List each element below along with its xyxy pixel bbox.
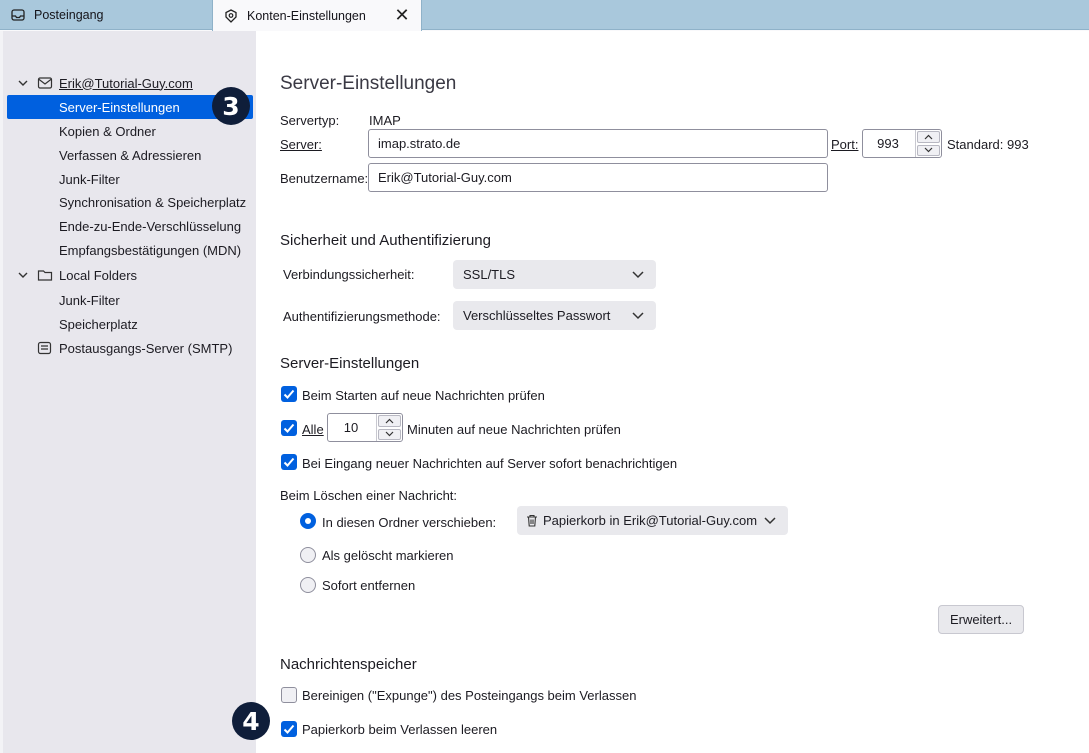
remove-now-radio[interactable]: [300, 577, 316, 593]
settings-panel: Server-Einstellungen Servertyp: IMAP Ser…: [232, 31, 1089, 753]
sidebar-item-label: Server-Einstellungen: [59, 99, 180, 115]
connection-security-value: SSL/TLS: [463, 267, 516, 282]
port-standard-label: Standard: 993: [947, 137, 1029, 152]
stepper-up-button[interactable]: [378, 415, 401, 427]
check-every-checkbox[interactable]: [281, 420, 297, 436]
sidebar-item-local-junk-filter[interactable]: Junk-Filter: [7, 288, 253, 312]
auth-method-label: Authentifizierungsmethode:: [283, 309, 441, 324]
stepper-down-button[interactable]: [917, 144, 940, 156]
stepper-up-button[interactable]: [917, 131, 940, 143]
storage-heading: Nachrichtenspeicher: [280, 656, 417, 673]
tab-account-settings[interactable]: Konten-Einstellungen ✕: [212, 0, 422, 31]
auth-method-select[interactable]: Verschlüsseltes Passwort: [453, 301, 656, 330]
sidebar-item-label: Kopien & Ordner: [59, 123, 156, 139]
security-heading: Sicherheit und Authentifizierung: [280, 232, 491, 249]
username-input[interactable]: Erik@Tutorial-Guy.com: [368, 163, 828, 192]
chevron-down-icon: [385, 431, 394, 437]
check-startup-checkbox[interactable]: [281, 386, 297, 402]
empty-trash-checkbox[interactable]: [281, 721, 297, 737]
sidebar-item-receipts[interactable]: Empfangsbestätigungen (MDN): [7, 238, 253, 262]
stepper-down-button[interactable]: [378, 428, 401, 440]
server-label: Server:: [280, 137, 322, 152]
sidebar-item-sync-storage[interactable]: Synchronisation & Speicherplatz: [7, 190, 253, 214]
step-badge-4: 4: [232, 702, 270, 740]
notify-label: Bei Eingang neuer Nachrichten auf Server…: [302, 456, 678, 471]
sidebar-item-junk-filter[interactable]: Junk-Filter: [7, 167, 253, 191]
folder-icon: [37, 270, 53, 281]
page-title: Server-Einstellungen: [280, 73, 457, 94]
empty-trash-label: Papierkorb beim Verlassen leeren: [302, 722, 498, 737]
sidebar-item-label: Speicherplatz: [59, 316, 138, 332]
connection-security-label: Verbindungssicherheit:: [283, 267, 415, 282]
close-icon[interactable]: ✕: [393, 6, 411, 24]
check-every-suffix: Minuten auf neue Nachrichten prüfen: [407, 422, 621, 437]
chevron-down-icon: [924, 147, 933, 153]
tab-inbox-label: Posteingang: [34, 8, 104, 22]
port-label: Port:: [831, 137, 859, 152]
move-to-folder-label: In diesen Ordner verschieben:: [322, 515, 497, 530]
sidebar-item-composition[interactable]: Verfassen & Adressieren: [7, 143, 253, 167]
check-interval-stepper[interactable]: 10: [327, 413, 403, 442]
tab-bar: Posteingang Konten-Einstellungen ✕: [0, 0, 1089, 31]
port-value: 993: [877, 136, 899, 151]
step-badge-3: 3: [212, 87, 250, 125]
outgoing-server-icon: [37, 341, 52, 355]
trash-folder-select[interactable]: Papierkorb in Erik@Tutorial-Guy.com: [517, 506, 788, 535]
check-every-prefix: Alle: [302, 422, 324, 437]
chevron-down-icon[interactable]: [17, 77, 29, 89]
sidebar-item-label: Synchronisation & Speicherplatz: [59, 194, 247, 210]
sidebar-item-label: Verfassen & Adressieren: [59, 147, 202, 163]
sidebar-item-smtp[interactable]: Postausgangs-Server (SMTP): [7, 336, 253, 360]
remove-now-label: Sofort entfernen: [322, 578, 416, 593]
move-to-folder-radio[interactable]: [300, 513, 316, 529]
account-sidebar: Erik@Tutorial-Guy.com Server-Einstellung…: [0, 31, 256, 753]
chevron-up-icon: [924, 134, 933, 140]
sidebar-item-local-storage[interactable]: Speicherplatz: [7, 312, 253, 336]
chevron-down-icon: [764, 517, 776, 525]
chevron-down-icon: [632, 271, 644, 279]
sidebar-item-e2e-encryption[interactable]: Ende-zu-Ende-Verschlüsselung: [7, 214, 253, 238]
advanced-button[interactable]: Erweitert...: [938, 605, 1024, 634]
auth-method-value: Verschlüsseltes Passwort: [463, 308, 611, 323]
delete-behavior-label: Beim Löschen einer Nachricht:: [280, 488, 458, 503]
trash-icon: [527, 514, 537, 527]
check-startup-label: Beim Starten auf neue Nachrichten prüfen: [302, 388, 545, 403]
check-interval-value: 10: [343, 420, 359, 435]
checkmark-icon: [283, 724, 295, 734]
username-label: Benutzername:: [280, 171, 369, 186]
notify-checkbox[interactable]: [281, 454, 297, 470]
settings-icon: [223, 8, 239, 24]
mark-deleted-label: Als gelöscht markieren: [322, 548, 454, 563]
chevron-down-icon: [632, 312, 644, 320]
mark-deleted-radio[interactable]: [300, 547, 316, 563]
sidebar-local-folders[interactable]: Local Folders: [7, 263, 253, 287]
port-stepper[interactable]: 993: [862, 129, 942, 158]
sidebar-item-label: Empfangsbestätigungen (MDN): [59, 242, 242, 258]
servertype-value: IMAP: [369, 113, 401, 128]
expunge-label: Bereinigen ("Expunge") des Posteingangs …: [302, 688, 637, 703]
expunge-checkbox[interactable]: [281, 687, 297, 703]
trash-folder-value: Papierkorb in Erik@Tutorial-Guy.com: [543, 513, 758, 528]
mail-account-icon: [37, 77, 53, 89]
servertype-label: Servertyp:: [280, 113, 340, 128]
chevron-down-icon[interactable]: [17, 269, 29, 281]
sidebar-item-label: Junk-Filter: [59, 171, 120, 187]
sidebar-local-folders-label: Local Folders: [59, 267, 138, 283]
sidebar-account-label: Erik@Tutorial-Guy.com: [59, 75, 193, 91]
sidebar-account[interactable]: Erik@Tutorial-Guy.com: [7, 71, 253, 95]
checkmark-icon: [283, 457, 295, 467]
connection-security-select[interactable]: SSL/TLS: [453, 260, 656, 289]
server-settings-heading: Server-Einstellungen: [280, 355, 420, 372]
checkmark-icon: [283, 423, 295, 433]
chevron-up-icon: [385, 418, 394, 424]
sidebar-item-label: Junk-Filter: [59, 292, 120, 308]
sidebar-item-label: Ende-zu-Ende-Verschlüsselung: [59, 218, 242, 234]
checkmark-icon: [283, 389, 295, 399]
sidebar-item-label: Postausgangs-Server (SMTP): [59, 340, 233, 356]
inbox-icon: [10, 7, 26, 23]
server-input[interactable]: imap.strato.de: [368, 129, 828, 158]
sidebar-item-copies-folders[interactable]: Kopien & Ordner: [7, 119, 253, 143]
tab-inbox[interactable]: Posteingang: [0, 0, 212, 30]
tab-account-settings-label: Konten-Einstellungen: [247, 8, 366, 23]
